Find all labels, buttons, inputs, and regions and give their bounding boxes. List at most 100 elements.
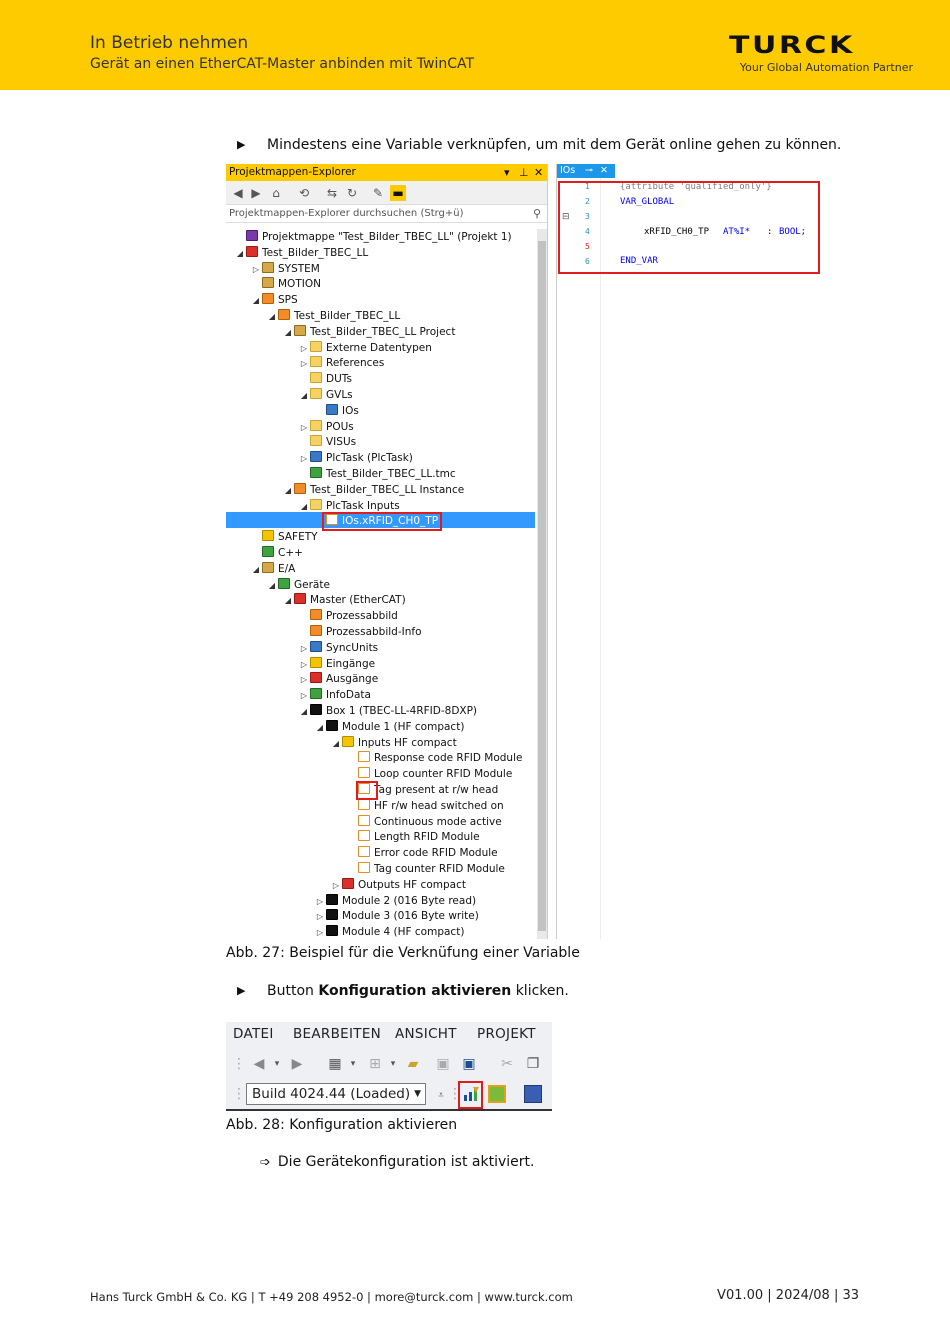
tree-node[interactable]: ◢ Inputs HF compact	[330, 735, 457, 751]
save-icon[interactable]: ▣	[434, 1055, 452, 1073]
tree-node[interactable]: C++	[250, 545, 303, 561]
menu-projekt[interactable]: PROJEKT	[477, 1026, 536, 1042]
tree-node[interactable]: HF r/w head switched on	[346, 798, 504, 814]
collapse-arrow-icon[interactable]: ◢	[298, 704, 310, 720]
menu-bearbeiten[interactable]: BEARBEITEN	[293, 1026, 381, 1042]
collapse-arrow-icon[interactable]: ◢	[266, 578, 278, 594]
tree-node[interactable]: ▷ PlcTask (PlcTask)	[298, 450, 413, 466]
collapse-icon[interactable]: ▬	[390, 185, 406, 201]
tree-node[interactable]: ◢ Module 1 (HF compact)	[314, 719, 464, 735]
cut-icon[interactable]: ✂	[498, 1055, 516, 1073]
collapse-arrow-icon[interactable]: ◢	[250, 562, 262, 578]
build-select[interactable]: Build 4024.44 (Loaded) ▼	[246, 1083, 426, 1105]
close-icon[interactable]: ✕	[534, 164, 543, 181]
search-icon[interactable]: ⚲	[533, 205, 541, 223]
menu-datei[interactable]: DATEI	[233, 1026, 274, 1042]
dropdown-icon[interactable]: ▾	[504, 164, 510, 181]
tree-node[interactable]: Tag counter RFID Module	[346, 861, 505, 877]
copy-icon[interactable]: ❐	[524, 1055, 542, 1073]
tree-node[interactable]: ▷ Ausgänge	[298, 671, 378, 687]
dropdown-icon[interactable]: ▾	[268, 1055, 286, 1073]
collapse-arrow-icon[interactable]: ◢	[266, 309, 278, 325]
expand-arrow-icon[interactable]: ▷	[298, 341, 310, 357]
tree-node[interactable]: ◢ Test_Bilder_TBEC_LL	[266, 308, 400, 324]
tree-node[interactable]: ▷ SYSTEM	[250, 261, 320, 277]
tree-node[interactable]: ▷ Module 4 (HF compact)	[314, 924, 464, 939]
tree-node[interactable]: ▷ POUs	[298, 419, 354, 435]
tree-node[interactable]: ◢ SPS	[250, 292, 298, 308]
dropdown-icon[interactable]: ▾	[384, 1055, 402, 1073]
tree-node[interactable]: MOTION	[250, 276, 321, 292]
tree-node[interactable]: Test_Bilder_TBEC_LL.tmc	[298, 466, 456, 482]
tree-node[interactable]: ▷ References	[298, 355, 384, 371]
tree-node[interactable]: ▷ Module 3 (016 Byte write)	[314, 908, 479, 924]
expand-arrow-icon[interactable]: ▷	[330, 878, 342, 894]
expand-arrow-icon[interactable]: ▷	[314, 925, 326, 939]
pin-icon[interactable]: ⊥	[519, 164, 529, 181]
back-icon[interactable]: ◀	[250, 1055, 268, 1073]
collapse-arrow-icon[interactable]: ◢	[282, 483, 294, 499]
tree-node[interactable]: ▷ Eingänge	[298, 656, 375, 672]
collapse-arrow-icon[interactable]: ◢	[330, 736, 342, 752]
add-item-icon[interactable]: ⊞	[366, 1055, 384, 1073]
tree-node[interactable]: ◢ Box 1 (TBEC-LL-4RFID-8DXP)	[298, 703, 477, 719]
tree-node[interactable]: ◢ Test_Bilder_TBEC_LL Instance	[282, 482, 464, 498]
scrollbar-thumb[interactable]	[538, 241, 546, 931]
tree-node[interactable]: ▷ Externe Datentypen	[298, 340, 432, 356]
expand-arrow-icon[interactable]: ▷	[298, 657, 310, 673]
expand-arrow-icon[interactable]: ▷	[298, 356, 310, 372]
tree-node[interactable]: ▷ Outputs HF compact	[330, 877, 466, 893]
wrench-icon[interactable]: ✎	[370, 185, 386, 201]
tree-node[interactable]: ◢ Test_Bilder_TBEC_LL Project	[282, 324, 455, 340]
forward-icon[interactable]: ▶	[288, 1055, 306, 1073]
open-folder-icon[interactable]: ▰	[404, 1055, 422, 1073]
collapse-arrow-icon[interactable]: ◢	[282, 325, 294, 341]
tree-node[interactable]: VISUs	[298, 434, 356, 450]
save-all-icon[interactable]: ▣	[460, 1055, 478, 1073]
menu-ansicht[interactable]: ANSICHT	[395, 1026, 457, 1042]
tree-node[interactable]: ◢ GVLs	[298, 387, 353, 403]
history-icon[interactable]: ⟲	[296, 185, 312, 201]
tree-node[interactable]: ◢ Test_Bilder_TBEC_LL	[234, 245, 368, 261]
sync-icon[interactable]: ⇆	[324, 185, 340, 201]
tree-node[interactable]: Error code RFID Module	[346, 845, 498, 861]
tree-node[interactable]: SAFETY	[250, 529, 318, 545]
collapse-arrow-icon[interactable]: ◢	[314, 720, 326, 736]
tree-node[interactable]: DUTs	[298, 371, 352, 387]
collapse-arrow-icon[interactable]: ◢	[250, 293, 262, 309]
explorer-search-input[interactable]: Projektmappen-Explorer durchsuchen (Strg…	[226, 205, 547, 223]
forward-icon[interactable]: ▶	[248, 185, 264, 201]
collapse-arrow-icon[interactable]: ◢	[234, 246, 246, 262]
tree-node[interactable]: Response code RFID Module	[346, 750, 522, 766]
tree-node[interactable]: Loop counter RFID Module	[346, 766, 512, 782]
tree-node[interactable]: Prozessabbild-Info	[298, 624, 422, 640]
tree-node[interactable]: ◢ Master (EtherCAT)	[282, 592, 406, 608]
tree-node[interactable]: ▷ InfoData	[298, 687, 371, 703]
home-icon[interactable]: ⌂	[268, 185, 284, 201]
tree-node[interactable]: IOs	[314, 403, 359, 419]
expand-arrow-icon[interactable]: ▷	[298, 451, 310, 467]
expand-arrow-icon[interactable]: ▷	[298, 688, 310, 704]
expand-arrow-icon[interactable]: ▷	[250, 262, 262, 278]
tree-node[interactable]: ▷ SyncUnits	[298, 640, 378, 656]
tree-node[interactable]: Length RFID Module	[346, 829, 480, 845]
dropdown-icon[interactable]: ▾	[344, 1055, 362, 1073]
collapse-arrow-icon[interactable]: ◢	[298, 388, 310, 404]
tree-node[interactable]: ◢ E/A	[250, 561, 295, 577]
restart-run-mode-button[interactable]	[488, 1085, 506, 1103]
tree-node[interactable]: Projektmappe "Test_Bilder_TBEC_LL" (Proj…	[234, 229, 512, 245]
expand-arrow-icon[interactable]: ▷	[298, 672, 310, 688]
expand-arrow-icon[interactable]: ▷	[298, 641, 310, 657]
expand-arrow-icon[interactable]: ▷	[314, 909, 326, 925]
tab-pin-icon[interactable]: ⊸	[585, 164, 593, 178]
editor-tab-ios[interactable]: IOs ⊸ ✕	[557, 164, 615, 178]
collapse-arrow-icon[interactable]: ◢	[282, 593, 294, 609]
collapse-arrow-icon[interactable]: ◢	[298, 499, 310, 515]
back-icon[interactable]: ◀	[230, 185, 246, 201]
tree-node[interactable]: ◢ Geräte	[266, 577, 330, 593]
explorer-scrollbar[interactable]	[537, 229, 547, 939]
refresh-icon[interactable]: ↻	[344, 185, 360, 201]
tree-node[interactable]: Prozessabbild	[298, 608, 398, 624]
tree-node[interactable]: ▷ Module 2 (016 Byte read)	[314, 893, 476, 909]
expand-arrow-icon[interactable]: ▷	[298, 420, 310, 436]
